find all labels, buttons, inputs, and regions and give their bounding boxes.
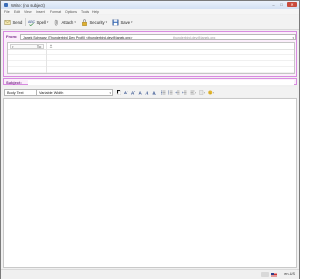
chevron-down-icon: ▾: [292, 35, 294, 40]
recipients-list: ▾ To:: [7, 42, 295, 74]
floppy-icon: [112, 19, 119, 26]
security-label: Security: [89, 19, 105, 25]
spell-button[interactable]: ABC Spell ▾: [28, 17, 48, 27]
message-body-editor[interactable]: [3, 98, 297, 268]
send-icon: [4, 19, 11, 26]
from-label: From:: [6, 34, 18, 39]
recipient-rows-empty: [8, 49, 294, 73]
text-color-button[interactable]: [116, 89, 121, 95]
svg-text:-: -: [127, 91, 128, 93]
subject-row: Subject:: [3, 78, 297, 85]
menu-file[interactable]: File: [4, 10, 10, 14]
spellcheck-icon: ABC: [28, 19, 35, 26]
font-smaller-icon[interactable]: A-: [123, 89, 129, 95]
save-dropdown-icon[interactable]: ▾: [131, 20, 133, 24]
window-title: Write: (no subject): [11, 2, 45, 8]
compose-window: Write: (no subject) – □ ✕ File Edit View…: [0, 0, 300, 279]
font-value: Variable Width: [39, 90, 64, 95]
format-toolbar: Body Text ▾ Variable Width ▾ A- A+ A A A…: [3, 87, 297, 97]
bulleted-list-icon[interactable]: [160, 89, 166, 95]
insert-icon[interactable]: ▾: [198, 89, 206, 95]
chevron-down-icon: ▾: [109, 90, 111, 95]
send-button[interactable]: Send: [4, 17, 22, 27]
menu-tools[interactable]: Tools: [81, 10, 89, 14]
bold-icon[interactable]: A: [137, 89, 143, 95]
svg-text:▾: ▾: [213, 91, 214, 94]
security-button[interactable]: Security ▾: [81, 17, 107, 27]
close-button[interactable]: ✕: [287, 2, 297, 7]
menu-options[interactable]: Options: [65, 10, 77, 14]
maximize-button[interactable]: □: [278, 2, 285, 7]
from-identity: Janek Schwarz (Thunderbird Dev Profil) <…: [23, 35, 133, 40]
subject-input[interactable]: [28, 79, 294, 85]
align-icon[interactable]: ▾: [189, 89, 197, 95]
recipient-column-divider: [46, 43, 47, 73]
svg-text:▾: ▾: [204, 91, 205, 94]
recipient-type-select[interactable]: ▾ To:: [10, 43, 44, 49]
us-flag-icon: [271, 272, 277, 277]
thunderbird-app-icon: [4, 3, 8, 7]
spell-dropdown-icon[interactable]: ▾: [47, 20, 49, 24]
send-label: Send: [12, 19, 23, 25]
svg-text:A: A: [138, 90, 142, 95]
spell-label: Spell: [36, 19, 46, 25]
numbered-list-icon[interactable]: 123: [167, 89, 173, 95]
svg-text:ABC: ABC: [28, 20, 35, 24]
chevron-down-icon: ▾: [12, 44, 14, 49]
paperclip-icon: [53, 19, 60, 26]
save-button[interactable]: Save ▾: [112, 17, 133, 27]
menu-help[interactable]: Help: [92, 10, 99, 14]
attach-button[interactable]: Attach ▾: [53, 17, 76, 27]
italic-icon[interactable]: A: [144, 89, 150, 95]
attach-label: Attach: [61, 19, 74, 25]
svg-text:1: 1: [168, 90, 169, 92]
status-panel: [261, 272, 269, 277]
from-identity-select[interactable]: Janek Schwarz (Thunderbird Dev Profil) <…: [20, 34, 296, 40]
svg-text:▾: ▾: [195, 91, 196, 94]
menu-format[interactable]: Format: [50, 10, 61, 14]
menu-edit[interactable]: Edit: [14, 10, 20, 14]
compose-header: From: Janek Schwarz (Thunderbird Dev Pro…: [3, 31, 297, 77]
svg-text:+: +: [134, 91, 136, 93]
title-bar: Write: (no subject) – □ ✕: [1, 1, 299, 9]
menu-bar: File Edit View Insert Format Options Too…: [1, 9, 299, 14]
from-account: thunderbird.dev@janek.org: [173, 35, 216, 40]
spellcheck-language[interactable]: en-US: [284, 272, 295, 276]
toolbar-separator: [25, 18, 26, 26]
menu-view[interactable]: View: [24, 10, 32, 14]
menu-insert[interactable]: Insert: [36, 10, 45, 14]
recipient-row: ▾ To:: [8, 43, 294, 50]
underline-icon[interactable]: A: [151, 89, 157, 95]
attach-dropdown-icon[interactable]: ▾: [74, 20, 76, 24]
smiley-icon[interactable]: ▾: [207, 89, 215, 95]
main-toolbar: Send ABC Spell ▾ Attach ▾ Security ▾ Sav…: [1, 15, 299, 30]
security-dropdown-icon[interactable]: ▾: [106, 20, 108, 24]
font-select[interactable]: Variable Width ▾: [36, 88, 113, 96]
indent-icon[interactable]: [181, 89, 187, 95]
outdent-icon[interactable]: [174, 89, 180, 95]
status-bar: en-US: [1, 269, 299, 279]
save-label: Save: [120, 19, 131, 25]
svg-text:A: A: [145, 90, 149, 95]
minimize-button[interactable]: –: [270, 2, 277, 7]
from-row: From: Janek Schwarz (Thunderbird Dev Pro…: [6, 34, 296, 40]
font-larger-icon[interactable]: A +: [130, 89, 136, 95]
recipient-type-label: To:: [36, 44, 42, 49]
subject-label: Subject:: [6, 80, 22, 85]
address-book-icon: [49, 44, 53, 49]
lock-icon: [81, 18, 88, 26]
paragraph-style-value: Body Text: [7, 90, 24, 95]
svg-text:A: A: [152, 90, 155, 95]
